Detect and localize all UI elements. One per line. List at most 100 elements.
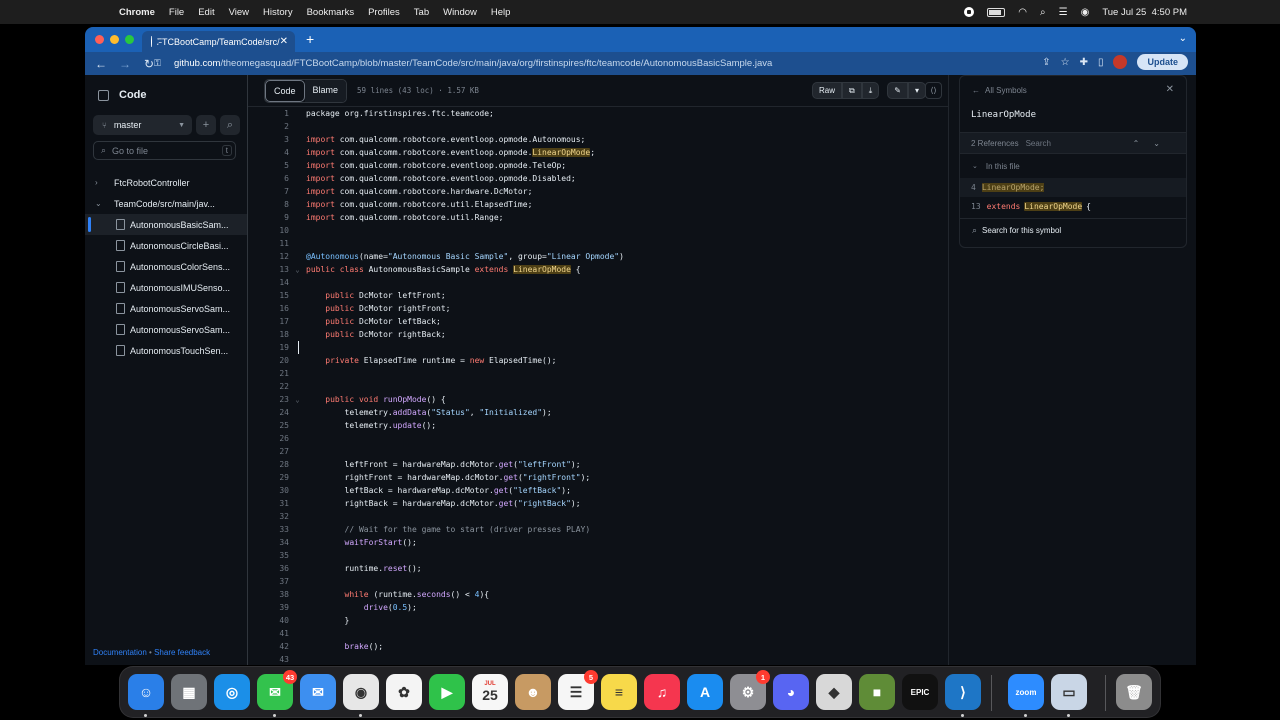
add-file-button[interactable]: + [196, 115, 216, 135]
code-line[interactable]: 27 [248, 445, 948, 458]
menu-bookmarks[interactable]: Bookmarks [307, 7, 355, 18]
code-line[interactable]: 11 [248, 237, 948, 250]
line-number[interactable]: 8 [248, 200, 289, 209]
dock-photos-icon[interactable]: ✿ [386, 674, 422, 710]
code-line[interactable]: 42 brake(); [248, 640, 948, 653]
fold-chevron-icon[interactable]: ⌄ [289, 396, 306, 404]
code-line[interactable]: 4 import com.qualcomm.robotcore.eventloop… [248, 146, 948, 159]
line-number[interactable]: 29 [248, 473, 289, 482]
profile-avatar[interactable] [1113, 55, 1128, 69]
line-number[interactable]: 6 [248, 174, 289, 183]
line-number[interactable]: 28 [248, 460, 289, 469]
line-number[interactable]: 16 [248, 304, 289, 313]
dock-reminders-icon[interactable]: ☰ 5 [558, 670, 598, 710]
line-number[interactable]: 13 [248, 265, 289, 274]
code-line[interactable]: 25 telemetry.update(); [248, 419, 948, 432]
code-line[interactable]: 18 public DcMotor rightBack; [248, 328, 948, 341]
line-number[interactable]: 25 [248, 421, 289, 430]
code-line[interactable]: 30 leftBack = hardwareMap.dcMotor.get("l… [248, 484, 948, 497]
code-line[interactable]: 33 // Wait for the game to start (driver… [248, 523, 948, 536]
line-number[interactable]: 21 [248, 369, 289, 378]
line-number[interactable]: 23 [248, 395, 289, 404]
line-number[interactable]: 22 [248, 382, 289, 391]
spotlight-search-icon[interactable]: ⌕ [1040, 7, 1046, 18]
tree-file[interactable]: AutonomousIMUSenso... [85, 277, 247, 298]
scrollbar[interactable] [948, 75, 959, 665]
back-arrow-icon[interactable]: ← [93, 57, 109, 71]
code-line[interactable]: 10 [248, 224, 948, 237]
reference-item[interactable]: 13 extends LinearOpMode { [960, 197, 1186, 216]
tree-file[interactable]: AutonomousServoSam... [85, 319, 247, 340]
code-line[interactable]: 13 ⌄ public class AutonomousBasicSample ex… [248, 263, 948, 276]
dock-launchpad-icon[interactable]: ▦ [171, 674, 207, 710]
code-line[interactable]: 31 rightBack = hardwareMap.dcMotor.get("… [248, 497, 948, 510]
new-tab-icon[interactable]: + [306, 31, 314, 47]
tree-folder[interactable]: › FtcRobotController [85, 172, 247, 193]
line-number[interactable]: 35 [248, 551, 289, 560]
share-feedback-link[interactable]: Share feedback [154, 648, 210, 657]
code-line[interactable]: 20 private ElapsedTime runtime = new Ela… [248, 354, 948, 367]
code-line[interactable]: 7 import com.qualcomm.robotcore.hardware.… [248, 185, 948, 198]
battery-icon[interactable] [987, 7, 1006, 17]
menu-profiles[interactable]: Profiles [368, 7, 400, 18]
dock-facetime-icon[interactable]: ▶ [429, 674, 465, 710]
code-line[interactable]: 28 leftFront = hardwareMap.dcMotor.get("… [248, 458, 948, 471]
code-line[interactable]: 12 @Autonomous(name="Autonomous Basic Sam… [248, 250, 948, 263]
line-number[interactable]: 31 [248, 499, 289, 508]
code-line[interactable]: 19 [248, 341, 948, 354]
highlighted-symbol[interactable]: LinearOpMode [532, 148, 591, 157]
line-number[interactable]: 30 [248, 486, 289, 495]
line-number[interactable]: 11 [248, 239, 289, 248]
dock-vscode-icon[interactable]: ⟩ [945, 674, 981, 710]
siri-icon[interactable]: ◉ [1081, 7, 1090, 18]
line-number[interactable]: 14 [248, 278, 289, 287]
dock-messages-icon[interactable]: ✉ 43 [257, 670, 297, 710]
address-bar[interactable]: ⚿ github.com /theomegasquad/FTCBootCamp/… [154, 54, 1044, 72]
line-number[interactable]: 20 [248, 356, 289, 365]
menu-file[interactable]: File [169, 7, 184, 18]
control-center-icon[interactable]: ☰ [1059, 7, 1068, 18]
line-number[interactable]: 10 [248, 226, 289, 235]
collapse-panel-icon[interactable] [98, 89, 109, 101]
menu-help[interactable]: Help [491, 7, 511, 18]
bookmark-star-icon[interactable]: ☆ [1061, 57, 1070, 68]
line-number[interactable]: 1 [248, 109, 289, 118]
code-line[interactable]: 15 public DcMotor leftFront; [248, 289, 948, 302]
code-line[interactable]: 24 telemetry.addData("Status", "Initiali… [248, 406, 948, 419]
update-button[interactable]: Update [1137, 54, 1188, 70]
tree-folder[interactable]: ⌄ TeamCode/src/main/jav... [85, 193, 247, 214]
dock-contacts-icon[interactable]: ☻ [515, 674, 551, 710]
line-number[interactable]: 7 [248, 187, 289, 196]
menu-app-name[interactable]: Chrome [119, 7, 155, 18]
line-number[interactable]: 15 [248, 291, 289, 300]
line-number[interactable]: 32 [248, 512, 289, 521]
menu-window[interactable]: Window [443, 7, 477, 18]
line-number[interactable]: 17 [248, 317, 289, 326]
code-line[interactable]: 39 drive(0.5); [248, 601, 948, 614]
close-window-icon[interactable] [95, 35, 104, 44]
line-number[interactable]: 4 [248, 148, 289, 157]
code-line[interactable]: 32 [248, 510, 948, 523]
dock-calendar-icon[interactable]: JUL 25 [472, 674, 508, 710]
wifi-icon[interactable]: ◠ [1018, 7, 1027, 18]
dock-system-settings-icon[interactable]: ⚙ 1 [730, 670, 770, 710]
forward-arrow-icon[interactable]: → [117, 57, 133, 71]
line-number[interactable]: 33 [248, 525, 289, 534]
code-line[interactable]: 26 [248, 432, 948, 445]
tab-code[interactable]: Code [265, 79, 305, 102]
copy-raw-icon[interactable]: ⧉ [842, 82, 862, 99]
line-number[interactable]: 18 [248, 330, 289, 339]
code-line[interactable]: 8 import com.qualcomm.robotcore.util.Elap… [248, 198, 948, 211]
code-line[interactable]: 37 [248, 575, 948, 588]
code-line[interactable]: 21 [248, 367, 948, 380]
reference-nav-arrows[interactable]: ⌃⌄ [1133, 139, 1174, 148]
in-this-file-group[interactable]: ⌄ In this file [960, 154, 1186, 178]
raw-button[interactable]: Raw [812, 82, 843, 99]
code-line[interactable]: 22 [248, 380, 948, 393]
line-number[interactable]: 34 [248, 538, 289, 547]
site-info-icon[interactable]: ⚿ [154, 58, 166, 69]
highlighted-symbol[interactable]: LinearOpMode [513, 265, 571, 274]
menu-view[interactable]: View [229, 7, 249, 18]
code-line[interactable]: 23 ⌄ public void runOpMode() { [248, 393, 948, 406]
code-line[interactable]: 35 [248, 549, 948, 562]
